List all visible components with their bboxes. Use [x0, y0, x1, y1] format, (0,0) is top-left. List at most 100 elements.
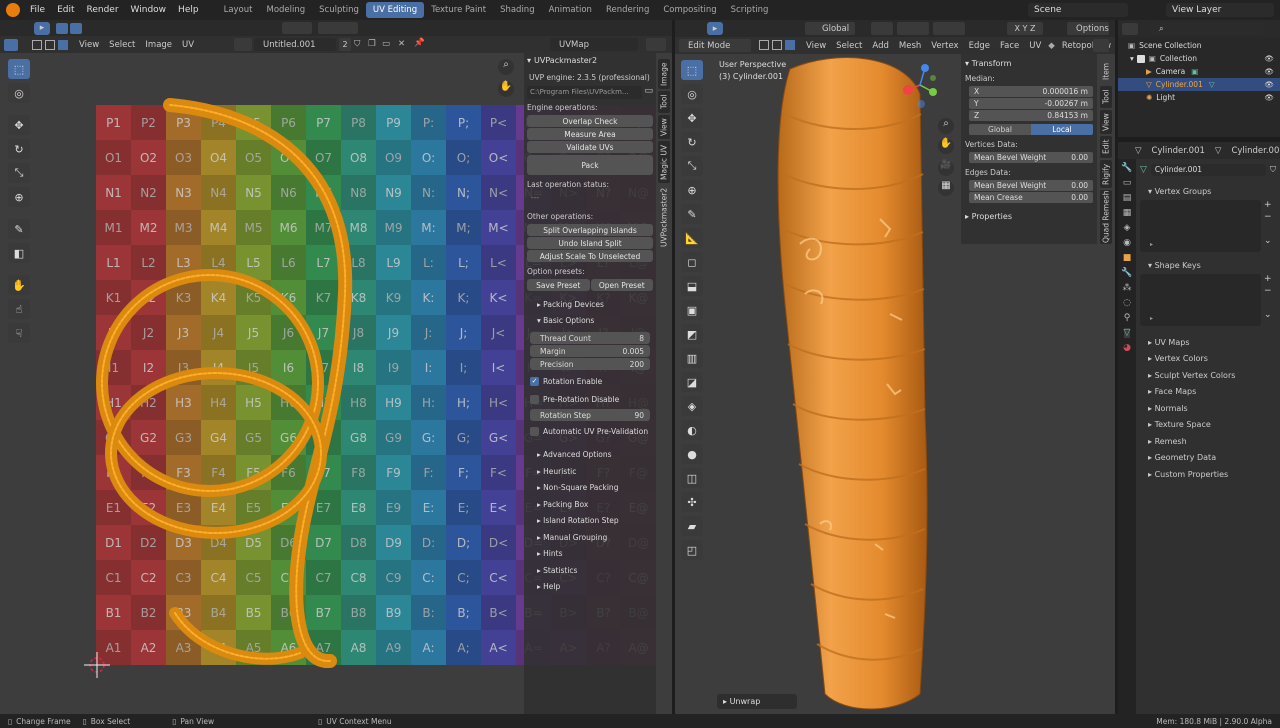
global-toggle[interactable]: Global: [969, 124, 1031, 135]
outliner-item-light[interactable]: ✺ Light 👁: [1118, 91, 1280, 104]
precision-field[interactable]: Precision 200: [530, 358, 650, 370]
group-specials-icon[interactable]: ⌄: [1264, 236, 1276, 246]
zoom-icon[interactable]: ⌕: [938, 118, 954, 134]
constraints-tab-icon[interactable]: ⚲: [1124, 313, 1131, 323]
menu-edit[interactable]: Edit: [51, 5, 80, 15]
camera-view-icon[interactable]: 🎥: [938, 160, 954, 176]
fake-user-icon[interactable]: ⛉: [354, 39, 360, 49]
tab-shading[interactable]: Shading: [493, 2, 542, 18]
sync-selection-icon[interactable]: [56, 22, 68, 34]
grab-tool-icon[interactable]: ✋: [8, 275, 30, 295]
3d-viewport[interactable]: User Perspective (3) Cylinder.001 ⬚ ◎ ✥ …: [675, 54, 1115, 714]
folder-icon[interactable]: ▭: [644, 86, 653, 99]
vp-menu-edge[interactable]: Edge: [964, 41, 995, 51]
tab-rigify[interactable]: Rigify: [1100, 160, 1112, 188]
engine-path-field[interactable]: C:\Program Files\UVPackm...: [527, 86, 643, 99]
tab-layout[interactable]: Layout: [217, 2, 260, 18]
pin-icon[interactable]: 📌: [414, 38, 425, 48]
local-toggle[interactable]: Local: [1031, 124, 1093, 135]
output-tab-icon[interactable]: ▤: [1123, 193, 1132, 203]
snapping-icon[interactable]: [897, 22, 929, 35]
scene-collection-row[interactable]: ▣ Scene Collection: [1118, 39, 1280, 52]
normals-panel[interactable]: ▸ Normals: [1140, 400, 1276, 417]
uv-menu-uv[interactable]: UV: [177, 40, 199, 50]
statistics-section[interactable]: ▸ Statistics: [527, 562, 653, 579]
tab-uvpackmaster2[interactable]: UVPackmaster2: [658, 185, 670, 249]
vp-menu-vertex[interactable]: Vertex: [926, 41, 963, 51]
median-z-field[interactable]: Z 0.84153 m: [969, 110, 1093, 121]
uv-maps-panel[interactable]: ▸ UV Maps: [1140, 334, 1276, 351]
undo-island-split-button[interactable]: Undo Island Split: [527, 237, 653, 249]
vp-menu-face[interactable]: Face: [995, 41, 1024, 51]
vp-menu-uv[interactable]: UV: [1024, 41, 1046, 51]
packing-devices-section[interactable]: ▸ Packing Devices: [527, 292, 653, 311]
pack-button[interactable]: Pack: [527, 155, 653, 175]
remove-shape-key-icon[interactable]: −: [1264, 286, 1276, 296]
face-maps-panel[interactable]: ▸ Face Maps: [1140, 384, 1276, 401]
outliner-search-input[interactable]: ⌕: [1150, 22, 1264, 35]
move-tool-icon[interactable]: ✥: [8, 115, 30, 135]
tab-view[interactable]: View: [1100, 110, 1112, 134]
tab-item[interactable]: Item: [1100, 58, 1112, 84]
image-browse-icon[interactable]: [234, 38, 252, 51]
tab-tool[interactable]: Tool: [1100, 86, 1112, 108]
vp-menu-add[interactable]: Add: [867, 41, 893, 51]
thread-count-field[interactable]: Thread Count 8: [530, 332, 650, 344]
face-mode-icon[interactable]: [58, 39, 68, 50]
blender-logo-icon[interactable]: [6, 3, 20, 17]
select-box-tool-icon[interactable]: ⬚: [8, 59, 30, 79]
cursor-tool-icon[interactable]: ◎: [8, 83, 30, 103]
tab-magic-uv[interactable]: Magic UV: [658, 141, 670, 183]
add-shape-key-icon[interactable]: +: [1264, 274, 1276, 284]
visibility-icon[interactable]: 👁: [1264, 93, 1274, 102]
world-tab-icon[interactable]: ◉: [1123, 238, 1131, 248]
tab-edit[interactable]: Edit: [1100, 136, 1112, 158]
retopoflow-icon[interactable]: ◆: [1046, 41, 1057, 51]
zoom-icon[interactable]: ⌕: [498, 59, 514, 75]
select-tool-icon[interactable]: ▸: [34, 21, 50, 35]
material-tab-icon[interactable]: ◕: [1123, 343, 1131, 353]
geometry-data-panel[interactable]: ▸ Geometry Data: [1140, 450, 1276, 467]
rotation-step-field[interactable]: Rotation Step 90: [530, 409, 650, 421]
auto-uv-prevalidation-checkbox[interactable]: Automatic UV Pre-Validation: [530, 422, 650, 440]
island-rotation-step-section[interactable]: ▸ Island Rotation Step: [527, 512, 653, 529]
measure-area-button[interactable]: Measure Area: [527, 128, 653, 140]
image-users-count[interactable]: 2: [339, 38, 351, 51]
adjust-scale-button[interactable]: Adjust Scale To Unselected: [527, 250, 653, 262]
scene-tab-icon[interactable]: ◈: [1124, 223, 1131, 233]
render-tab-icon[interactable]: ▭: [1123, 178, 1132, 188]
menu-file[interactable]: File: [24, 5, 51, 15]
add-group-icon[interactable]: +: [1264, 200, 1276, 210]
navigation-gizmo[interactable]: [895, 60, 945, 110]
mesh-name-field[interactable]: Cylinder.001: [1150, 164, 1266, 176]
open-image-icon[interactable]: ▭: [382, 39, 390, 49]
non-square-packing-section[interactable]: ▸ Non-Square Packing: [527, 479, 653, 496]
relax-tool-icon[interactable]: ☝: [8, 299, 30, 319]
object-tab-icon[interactable]: ■: [1123, 253, 1132, 263]
unlink-image-icon[interactable]: ✕: [398, 39, 405, 49]
vertex-select-icon[interactable]: [70, 22, 82, 34]
vertex-bevel-weight-field[interactable]: Mean Bevel Weight 0.00: [969, 152, 1093, 163]
hints-section[interactable]: ▸ Hints: [527, 545, 653, 562]
fake-user-icon[interactable]: ⛉: [1270, 165, 1276, 175]
mirror-xyz-icon[interactable]: X Y Z: [1007, 22, 1043, 35]
remove-group-icon[interactable]: −: [1264, 212, 1276, 222]
texture-space-panel[interactable]: ▸ Texture Space: [1140, 417, 1276, 434]
vertex-groups-panel[interactable]: ▾ Vertex Groups: [1140, 183, 1276, 200]
properties-section[interactable]: ▸ Properties: [965, 212, 1093, 221]
basic-options-section[interactable]: ▾ Basic Options: [527, 311, 653, 327]
tab-compositing[interactable]: Compositing: [656, 2, 723, 18]
transform-header[interactable]: ▾ Transform: [965, 56, 1093, 70]
pivot-icon[interactable]: [282, 22, 312, 34]
tab-quad-remesh[interactable]: Quad Remesh: [1100, 190, 1112, 244]
heuristic-section[interactable]: ▸ Heuristic: [527, 463, 653, 480]
manual-grouping-section[interactable]: ▸ Manual Grouping: [527, 529, 653, 546]
last-operator-panel[interactable]: ▸ Unwrap: [717, 694, 797, 709]
scene-selector[interactable]: Scene: [1028, 3, 1128, 17]
display-channels-icon[interactable]: [646, 38, 666, 51]
pivot-point-icon[interactable]: [871, 22, 893, 35]
outliner-item-cylinder[interactable]: ▽ Cylinder.001 ▽ 👁: [1118, 78, 1280, 91]
modifier-tab-icon[interactable]: 🔧: [1121, 268, 1132, 278]
options-dropdown[interactable]: Options: [1067, 22, 1109, 35]
new-image-icon[interactable]: ❐: [368, 39, 376, 49]
